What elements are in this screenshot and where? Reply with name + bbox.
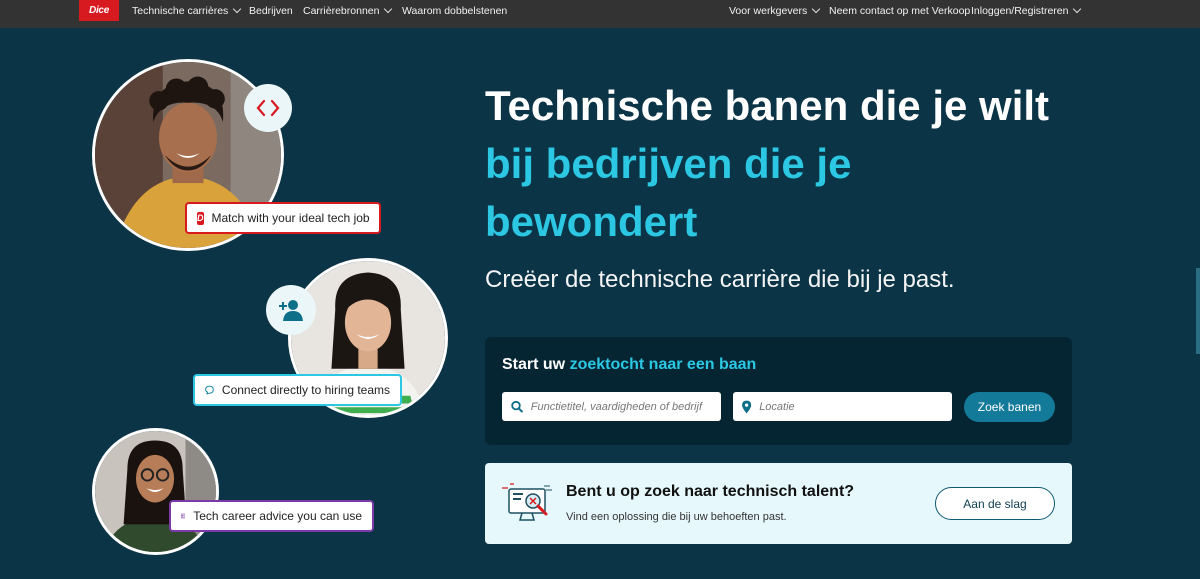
feature-match-text: Match with your ideal tech job: [211, 211, 370, 225]
nav-label: Carrièrebronnen: [303, 5, 380, 17]
search-title-highlight: zoektocht naar een baan: [569, 356, 757, 373]
talent-title: Bent u op zoek naar technisch talent?: [566, 483, 855, 500]
chevron-down-icon: [811, 4, 821, 14]
add-person-icon: [279, 300, 303, 321]
job-search-card: Start uw zoektocht naar een baan Zoek ba…: [485, 337, 1072, 445]
monitor-search-icon: [502, 483, 552, 521]
chevron-down-icon: [384, 4, 393, 14]
chat-bubble-icon: [205, 385, 214, 395]
feature-connect-text: Connect directly to hiring teams: [221, 383, 390, 397]
person-photo-icon: [95, 431, 216, 552]
search-title-prefix: Start uw: [502, 356, 570, 373]
dice-mini-icon: D: [197, 211, 204, 225]
dice-logo[interactable]: Dice: [79, 0, 119, 21]
nav-label: Voor werkgevers: [729, 5, 808, 17]
article-icon: [181, 513, 186, 519]
nav-technische-carrieres[interactable]: Technische carrières: [132, 0, 242, 22]
feature-match-pill: D Match with your ideal tech job: [185, 202, 381, 234]
code-icon: [256, 99, 280, 117]
person-bubble: [266, 285, 316, 335]
nav-contact-verkoop[interactable]: Neem contact op met Verkoop: [829, 0, 970, 22]
location-pin-icon: [742, 400, 752, 413]
keyword-field[interactable]: [502, 392, 721, 421]
code-bubble: [244, 84, 292, 132]
feature-advice-pill: Tech career advice you can use: [169, 500, 374, 532]
search-title: Start uw zoektocht naar een baan: [502, 356, 756, 374]
hero-title-line3: bewondert: [485, 198, 698, 245]
nav-bedrijven[interactable]: Bedrijven: [249, 0, 293, 22]
location-field[interactable]: [733, 392, 952, 421]
get-started-button[interactable]: Aan de slag: [935, 487, 1055, 520]
hero-title-line2: bij bedrijven die je: [485, 140, 852, 187]
nav-label: Bedrijven: [249, 5, 293, 17]
chevron-down-icon: [233, 4, 242, 14]
feature-connect-pill: Connect directly to hiring teams: [193, 374, 402, 406]
hero-subtitle: Creëer de technische carrière die bij je…: [485, 266, 955, 293]
nav-label: Neem contact op met Verkoop: [829, 5, 971, 17]
search-jobs-button[interactable]: Zoek banen: [964, 392, 1055, 422]
scrollbar-thumb[interactable]: [1196, 268, 1200, 354]
talent-subtitle: Vind een oplossing die bij uw behoeften …: [566, 511, 787, 523]
location-input[interactable]: [759, 400, 952, 413]
top-navigation: Dice Technische carrières Bedrijven Carr…: [0, 0, 1200, 28]
nav-label: Waarom dobbelstenen: [402, 5, 508, 17]
keyword-input[interactable]: [530, 400, 721, 413]
photo-woman-glasses: [92, 428, 219, 555]
nav-label: Technische carrières: [132, 5, 229, 17]
hero-title-line1: Technische banen die je wilt: [485, 82, 1050, 129]
nav-label: Inloggen/Registreren: [971, 5, 1069, 17]
feature-advice-text: Tech career advice you can use: [193, 509, 362, 523]
nav-waarom-dobbelstenen[interactable]: Waarom dobbelstenen: [402, 0, 507, 22]
nav-carrierebronnen[interactable]: Carrièrebronnen: [303, 0, 393, 22]
nav-voor-werkgevers[interactable]: Voor werkgevers: [729, 0, 821, 22]
nav-inloggen-registreren[interactable]: Inloggen/Registreren: [971, 0, 1082, 22]
search-icon: [511, 400, 523, 413]
chevron-down-icon: [1073, 4, 1082, 14]
employer-talent-card: Bent u op zoek naar technisch talent? Vi…: [485, 463, 1072, 544]
